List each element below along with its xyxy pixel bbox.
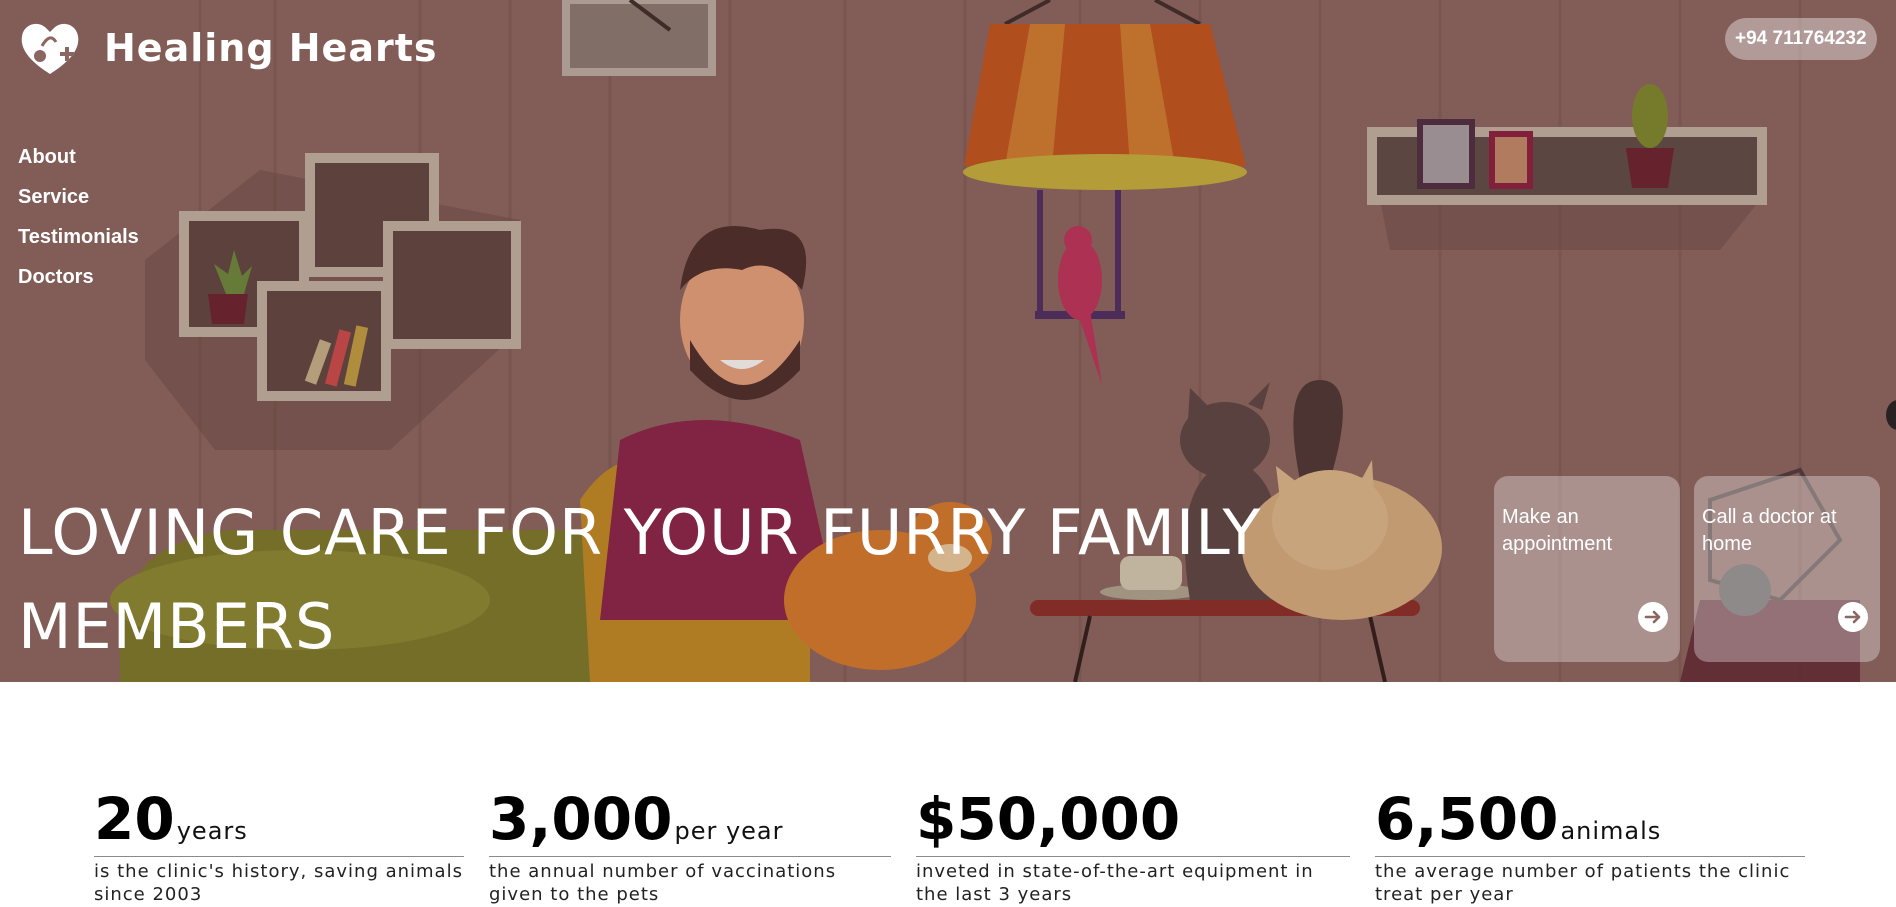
brand-name: Healing Hearts bbox=[104, 26, 438, 70]
arrow-right-icon[interactable] bbox=[1638, 602, 1668, 632]
arrow-right-icon[interactable] bbox=[1838, 602, 1868, 632]
stat-number: 6,500 bbox=[1375, 785, 1559, 853]
divider bbox=[916, 856, 1350, 857]
divider bbox=[489, 856, 891, 857]
call-doctor-card[interactable]: Call a doctor at home bbox=[1694, 476, 1880, 662]
stat-number: 20 bbox=[94, 785, 175, 853]
stat-unit: animals bbox=[1560, 817, 1662, 845]
main-nav: About Service Testimonials Doctors bbox=[18, 144, 139, 290]
card-label: Make an appointment bbox=[1502, 506, 1613, 555]
make-appointment-card[interactable]: Make an appointment bbox=[1494, 476, 1680, 662]
brand-logo[interactable]: Healing Hearts bbox=[18, 16, 438, 80]
stat-item: 6,500 animals the average number of pati… bbox=[1375, 786, 1805, 906]
stat-description: the annual number of vaccinations given … bbox=[489, 861, 837, 905]
card-label: Call a doctor at home bbox=[1702, 506, 1837, 555]
stat-item: $50,000 inveted in state-of-the-art equi… bbox=[916, 786, 1350, 906]
hero-title: LOVING CARE FOR YOUR FURRY FAMILY MEMBER… bbox=[18, 496, 1262, 663]
nav-item-about[interactable]: About bbox=[18, 144, 139, 170]
stat-description: is the clinic's history, saving animals … bbox=[94, 861, 463, 905]
phone-number-button[interactable]: +94 711764232 bbox=[1725, 18, 1877, 60]
heart-paw-icon bbox=[21, 23, 79, 74]
nav-item-service[interactable]: Service bbox=[18, 184, 139, 210]
nav-item-testimonials[interactable]: Testimonials bbox=[18, 224, 139, 250]
stat-number: 3,000 bbox=[489, 785, 673, 853]
hero-section: Healing Hearts +94 711764232 About Servi… bbox=[0, 0, 1896, 682]
stat-item: 20 years is the clinic's history, saving… bbox=[94, 786, 464, 906]
stat-description: the average number of patients the clini… bbox=[1375, 861, 1791, 905]
stat-unit: years bbox=[176, 817, 248, 845]
stat-unit: per year bbox=[674, 817, 784, 845]
divider bbox=[94, 856, 464, 857]
stats-section: 20 years is the clinic's history, saving… bbox=[0, 682, 1896, 907]
stat-number: $50,000 bbox=[916, 785, 1181, 853]
stat-description: inveted in state-of-the-art equipment in… bbox=[916, 861, 1314, 905]
nav-item-doctors[interactable]: Doctors bbox=[18, 264, 139, 290]
stat-item: 3,000 per year the annual number of vacc… bbox=[489, 786, 891, 906]
divider bbox=[1375, 856, 1805, 857]
